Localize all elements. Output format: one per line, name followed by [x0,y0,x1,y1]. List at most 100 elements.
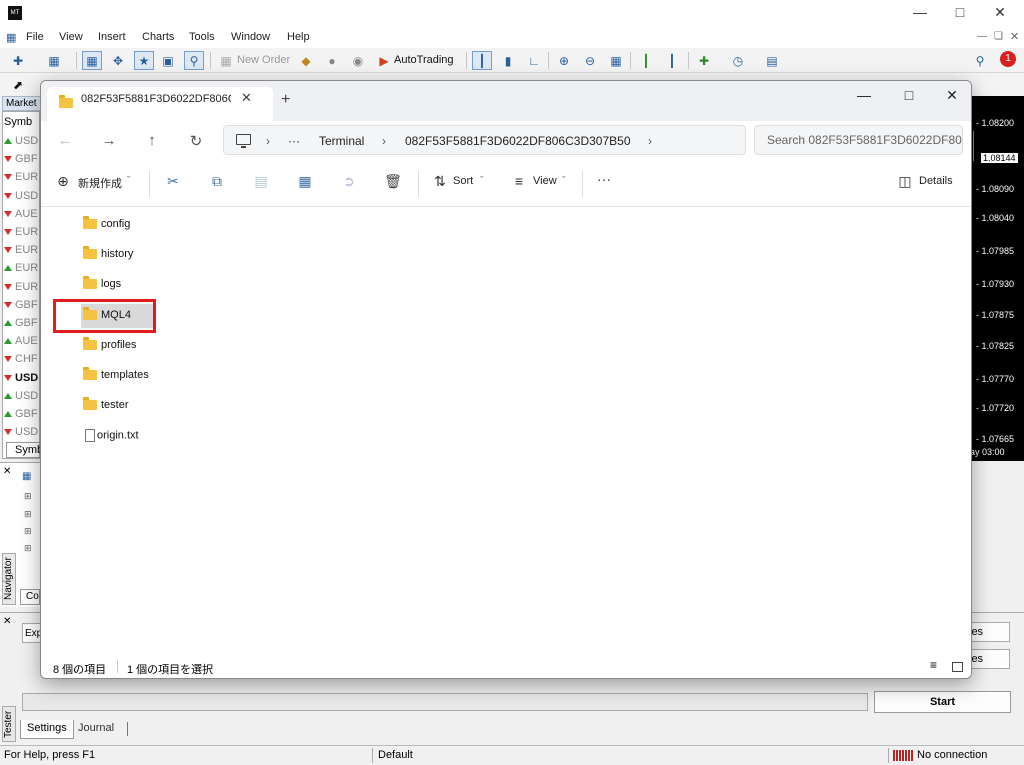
market-watch-toggle-icon[interactable]: ▦ [82,51,102,70]
breadcrumb-terminal[interactable]: Terminal [319,134,364,148]
autotrading-icon[interactable]: ▶ [374,51,394,70]
data-window-icon[interactable]: ✥ [108,51,128,70]
more-options-icon[interactable]: ··· [597,171,611,187]
tab-settings[interactable]: Settings [20,720,74,739]
view-icon[interactable]: ≡ [509,173,529,189]
back-icon[interactable]: ← [55,132,75,149]
tester-close-icon[interactable]: ✕ [3,616,11,627]
menu-charts[interactable]: Charts [142,31,174,43]
tree-expand-icon[interactable]: ⊞ [24,509,32,520]
chart-shift-icon[interactable]: ┃ [662,51,682,70]
navigator-close-icon[interactable]: ✕ [3,466,11,477]
market-watch-row[interactable]: EUR [4,171,40,189]
forward-icon[interactable]: → [99,132,119,149]
notification-badge[interactable]: 1 [1000,51,1016,67]
market-watch-row[interactable]: GBF [4,317,40,335]
market-watch-row[interactable]: AUE [4,335,40,353]
address-bar[interactable]: › ··· Terminal › 082F53F5881F3D6022DF806… [223,125,746,155]
cursor-icon[interactable]: ⬈ [8,75,28,94]
new-order-icon[interactable]: ▦ [216,51,236,70]
explorer-minimize-button[interactable]: — [849,87,879,103]
menu-file[interactable]: File [26,31,44,43]
menu-view[interactable]: View [59,31,83,43]
market-icon[interactable]: ◉ [348,51,368,70]
copy-icon[interactable]: ⧉ [207,173,227,190]
file-list-item[interactable]: templates [81,364,155,388]
file-list-item[interactable]: history [81,243,155,267]
start-button[interactable]: Start [874,691,1011,713]
market-watch-row[interactable]: EUR [4,226,40,244]
terminal-toggle-icon[interactable]: ▣ [158,51,178,70]
sort-button[interactable]: Sort [453,175,473,187]
line-chart-icon[interactable]: ∟ [524,51,544,70]
symbols-tab[interactable]: Symb [6,442,43,458]
chevron-right-icon[interactable]: › [648,134,652,148]
details-button[interactable]: Details [919,175,953,187]
tester-toggle-icon[interactable]: ⚲ [184,51,204,70]
app-menu-icon[interactable]: ▦ [6,31,16,44]
tab-close-icon[interactable]: ✕ [241,90,252,106]
chevron-down-icon[interactable]: ˇ [562,175,566,187]
maximize-button[interactable]: □ [948,4,972,20]
tab-journal[interactable]: Journal [78,722,114,734]
templates-icon[interactable]: ▤ [762,51,782,70]
market-watch-row[interactable]: GBF [4,153,40,171]
new-button[interactable]: 新規作成 [78,175,122,191]
file-list-item[interactable]: profiles [81,334,155,358]
bar-chart-icon[interactable]: ┃ [472,51,492,70]
chevron-right-icon[interactable]: › [382,134,386,148]
new-tab-icon[interactable]: + [281,91,290,109]
meta-editor-icon[interactable]: ◆ [296,51,316,70]
this-pc-icon[interactable] [236,134,251,148]
breadcrumb-current-folder[interactable]: 082F53F5881F3D6022DF806C3D307B50 [405,134,631,148]
refresh-icon[interactable]: ↻ [186,132,206,150]
ellipsis-icon[interactable]: ··· [288,134,300,148]
new-chart-icon[interactable]: ✚ [8,51,28,70]
sort-icon[interactable]: ⇅ [430,173,450,190]
accounts-icon[interactable]: ▦ [22,471,31,482]
details-pane-icon[interactable]: ◫ [895,173,915,190]
market-watch-row[interactable]: USD [4,372,40,390]
market-watch-row[interactable]: USD [4,135,40,153]
market-watch-row[interactable]: USD [4,390,40,408]
candlestick-icon[interactable]: ▮ [498,51,518,70]
file-list-item[interactable]: logs [81,273,155,297]
close-button[interactable]: ✕ [988,4,1012,21]
file-list-item[interactable]: config [81,213,155,237]
navigator-side-tab[interactable]: Navigator [2,553,16,605]
market-watch-row[interactable]: USD [4,190,40,208]
file-list-item[interactable]: tester [81,394,155,418]
menu-window[interactable]: Window [231,31,270,43]
tree-expand-icon[interactable]: ⊞ [24,543,32,554]
market-watch-row[interactable]: GBF [4,299,40,317]
delete-icon[interactable]: 🗑 [383,173,403,190]
menu-help[interactable]: Help [287,31,310,43]
chevron-down-icon[interactable]: ˇ [127,175,131,187]
common-tab[interactable]: Co [20,589,40,605]
signals-icon[interactable]: ● [322,51,342,70]
tester-side-tab[interactable]: Tester [2,706,16,742]
minimize-button[interactable]: — [908,4,932,20]
market-watch-row[interactable]: GBF [4,408,40,426]
periods-icon[interactable]: ◷ [728,51,748,70]
market-watch-row[interactable]: EUR [4,244,40,262]
cut-icon[interactable]: ✂ [163,173,183,190]
new-plus-icon[interactable]: ⊕ [53,173,73,190]
zoom-out-icon[interactable]: ⊖ [580,51,600,70]
autoscroll-icon[interactable]: ┃ [636,51,656,70]
tree-expand-icon[interactable]: ⊞ [24,491,32,502]
tiles-view-icon[interactable] [952,662,963,672]
search-icon[interactable]: ⚲ [970,51,990,70]
zoom-in-icon[interactable]: ⊕ [554,51,574,70]
file-list-item[interactable]: origin.txt [81,424,155,448]
expert-selector[interactable]: Exp [22,623,42,643]
chevron-right-icon[interactable]: › [266,134,270,148]
menu-insert[interactable]: Insert [98,31,126,43]
child-minimize-icon[interactable]: — [977,31,987,42]
explorer-maximize-button[interactable]: □ [894,87,924,103]
explorer-close-button[interactable]: ✕ [937,87,967,104]
market-watch-row[interactable]: EUR [4,281,40,299]
profiles-icon[interactable]: ▦ [44,51,64,70]
indicators-icon[interactable]: ✚ [694,51,714,70]
share-icon[interactable]: ➲ [339,173,359,190]
